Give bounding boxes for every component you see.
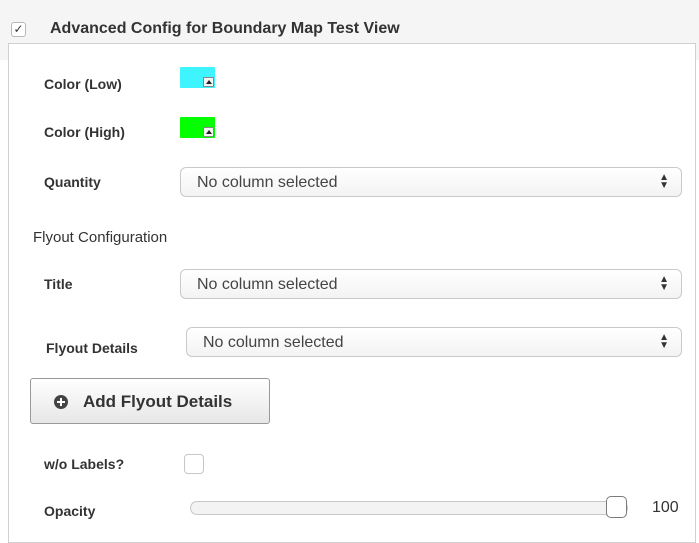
color-high-picker[interactable] [180, 117, 215, 138]
select-caret-icon: ▲ ▼ [659, 172, 669, 191]
color-low-label: Color (Low) [44, 76, 122, 92]
quantity-select-value: No column selected [197, 174, 338, 191]
plus-circle-icon [54, 395, 68, 409]
checkmark-icon: ✓ [13, 22, 24, 36]
flyout-details-label: Flyout Details [46, 340, 138, 356]
config-title: Advanced Config for Boundary Map Test Vi… [50, 20, 400, 37]
quantity-select[interactable]: No column selected ▲ ▼ [180, 167, 682, 197]
flyout-details-select-value: No column selected [203, 334, 344, 351]
flyout-title-select-value: No column selected [197, 276, 338, 293]
opacity-label: Opacity [44, 503, 96, 519]
flyout-section-title: Flyout Configuration [33, 229, 168, 246]
color-low-picker[interactable] [180, 67, 215, 88]
opacity-value: 100 [652, 499, 679, 516]
opacity-slider[interactable] [190, 496, 628, 518]
select-caret-icon: ▲ ▼ [659, 274, 669, 293]
quantity-label: Quantity [44, 174, 101, 190]
dropdown-arrow-icon [203, 77, 214, 87]
flyout-title-select[interactable]: No column selected ▲ ▼ [180, 269, 682, 299]
color-high-label: Color (High) [44, 124, 125, 140]
flyout-details-select[interactable]: No column selected ▲ ▼ [186, 327, 682, 357]
flyout-title-label: Title [44, 276, 73, 292]
add-flyout-details-label: Add Flyout Details [83, 392, 233, 411]
wo-labels-checkbox[interactable] [184, 454, 204, 474]
opacity-slider-handle[interactable] [606, 496, 627, 518]
select-caret-icon: ▲ ▼ [659, 332, 669, 351]
wo-labels-label: w/o Labels? [44, 456, 125, 472]
add-flyout-details-button[interactable]: Add Flyout Details [30, 378, 270, 424]
advanced-config-checkbox[interactable]: ✓ [11, 22, 26, 37]
dropdown-arrow-icon [203, 127, 214, 137]
